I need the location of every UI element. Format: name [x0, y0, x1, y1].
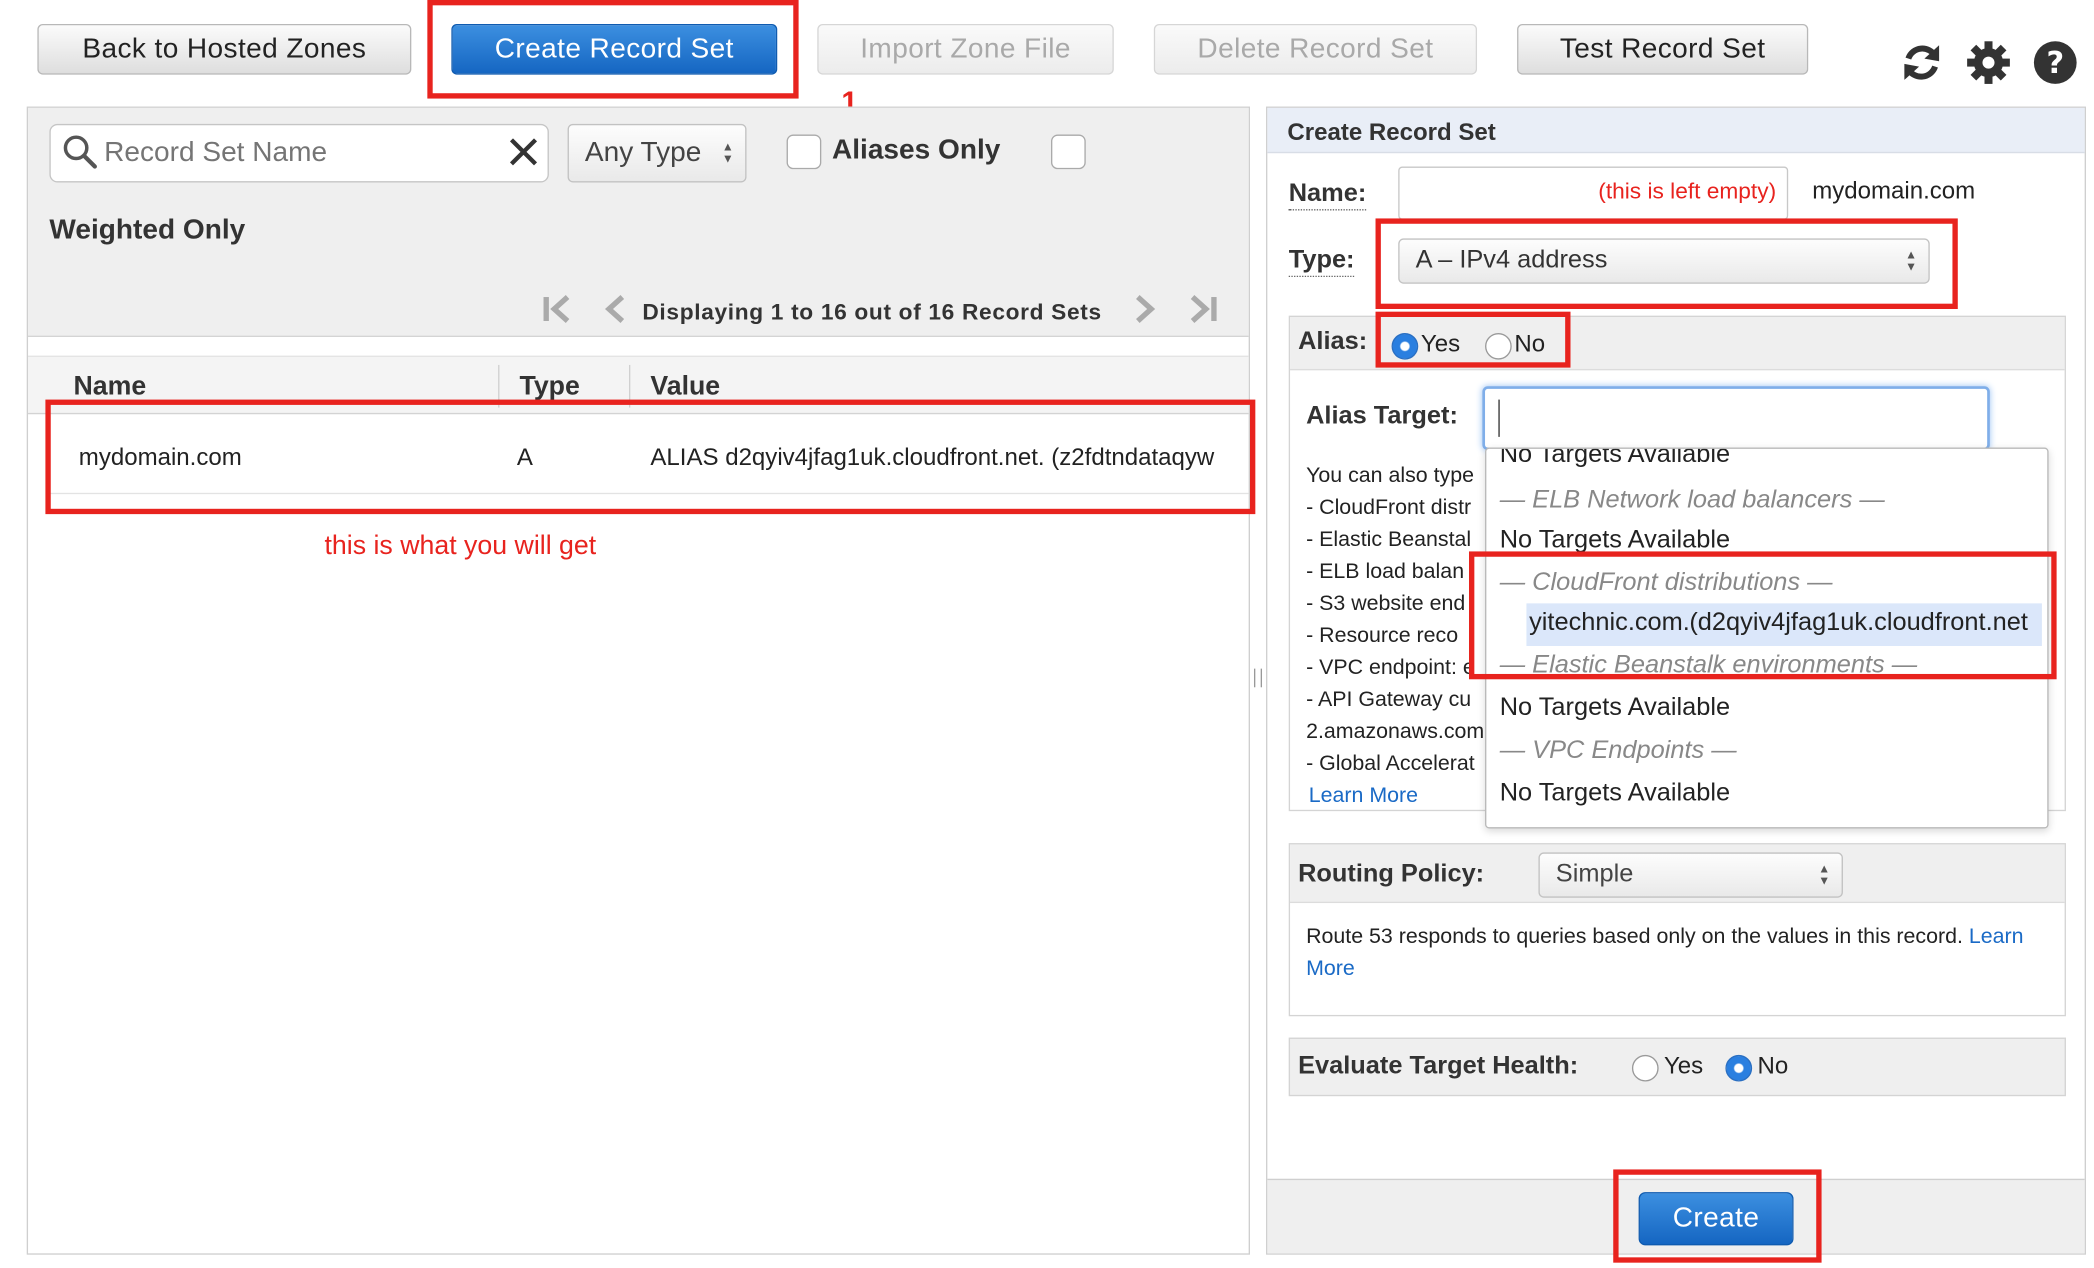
result-annotation: this is what you will get: [324, 531, 597, 561]
pagination-text: Displaying 1 to 16 out of 16 Record Sets: [642, 299, 1102, 325]
learn-more-link[interactable]: Learn More: [1309, 781, 1485, 813]
record-sets-panel: Any Type ▲▼ Aliases Only Weighted Only D…: [26, 106, 1250, 1255]
aliases-only-checkbox[interactable]: [786, 134, 822, 170]
alias-no-label: No: [1514, 330, 1546, 357]
domain-suffix: mydomain.com: [1812, 177, 1976, 204]
routing-policy-section: Routing Policy: Simple ▲ ▼ Route 53 respo…: [1288, 843, 2066, 1017]
pane-header: Create Record Set: [1267, 107, 2085, 154]
routing-policy-select[interactable]: Simple ▲ ▼: [1538, 852, 1843, 898]
type-label: Type:: [1288, 246, 1355, 278]
gear-icon[interactable]: [1966, 40, 2011, 85]
eval-yes-radio[interactable]: [1631, 1054, 1659, 1082]
dropdown-option-no-targets[interactable]: No Targets Available: [1500, 779, 1730, 808]
table-row[interactable]: mydomain.com A ALIAS d2qyiv4jfag1uk.clou…: [49, 422, 1249, 495]
routing-more-link[interactable]: More: [1306, 958, 1355, 981]
alias-yes-radio[interactable]: [1391, 332, 1419, 360]
evaluate-target-health-section: Evaluate Target Health: Yes No: [1288, 1037, 2066, 1097]
dropdown-option-partial[interactable]: No Targets Available: [1500, 449, 1730, 470]
routing-policy-label: Routing Policy:: [1298, 860, 1485, 889]
dropdown-option-no-targets[interactable]: No Targets Available: [1500, 694, 1730, 723]
create-record-set-button[interactable]: Create Record Set: [451, 23, 778, 75]
eval-no-radio[interactable]: [1725, 1054, 1753, 1082]
type-select-value: A – IPv4 address: [1415, 246, 1608, 275]
help-icon[interactable]: ?: [2033, 40, 2078, 85]
create-button[interactable]: Create: [1638, 1192, 1794, 1246]
test-record-set-button[interactable]: Test Record Set: [1517, 23, 1809, 75]
type-filter-select[interactable]: Any Type ▲ ▼: [567, 123, 747, 183]
alias-target-label: Alias Target:: [1306, 402, 1458, 431]
first-page-icon[interactable]: [541, 294, 576, 323]
refresh-icon[interactable]: [1899, 40, 1944, 85]
dropdown-group-beanstalk: — Elastic Beanstalk environments —: [1499, 651, 1918, 680]
weighted-only-label: Weighted Only: [49, 214, 246, 246]
cloudfront-distribution-label: (d2qyiv4jfag1uk.cloudfront.net: [1689, 608, 2028, 637]
clear-icon[interactable]: [507, 136, 539, 168]
select-arrows-icon: ▲ ▼: [721, 139, 734, 166]
eval-no-label: No: [1757, 1052, 1789, 1079]
dropdown-group-elb: — ELB Network load balancers —: [1499, 486, 1885, 515]
column-name[interactable]: Name: [73, 357, 146, 416]
aliases-only-label: Aliases Only: [831, 134, 1001, 166]
cloudfront-domain-obscured: yitechnic.com.: [1529, 608, 1690, 637]
type-select[interactable]: A – IPv4 address ▲ ▼: [1398, 238, 1930, 284]
type-filter-value: Any Type: [584, 137, 702, 168]
column-type[interactable]: Type: [519, 357, 579, 416]
column-value[interactable]: Value: [650, 357, 720, 416]
delete-record-set-button[interactable]: Delete Record Set: [1153, 23, 1478, 75]
table-header: Name Type Value: [28, 355, 1249, 416]
alias-target-input[interactable]: [1482, 386, 1990, 451]
alias-no-radio[interactable]: [1485, 332, 1512, 360]
alias-label: Alias:: [1298, 327, 1368, 356]
dropdown-group-cloudfront: — CloudFront distributions —: [1499, 568, 1833, 597]
svg-text:?: ?: [2046, 46, 2064, 81]
last-page-icon[interactable]: [1185, 294, 1220, 323]
alias-target-dropdown: No Targets Available — ELB Network load …: [1485, 447, 2049, 829]
routing-policy-description: Route 53 responds to queries based only …: [1306, 925, 2024, 981]
record-value: ALIAS d2qyiv4jfag1uk.cloudfront.net. (z2…: [650, 443, 1215, 471]
name-label: Name:: [1288, 180, 1367, 211]
name-input[interactable]: (this is left empty): [1398, 166, 1789, 220]
alias-yes-label: Yes: [1420, 330, 1461, 357]
routing-learn-link[interactable]: Learn: [1969, 926, 2024, 949]
eval-yes-label: Yes: [1663, 1052, 1704, 1079]
text-cursor: [1498, 399, 1500, 437]
prev-page-icon[interactable]: [602, 294, 629, 323]
select-arrows-icon: ▲ ▼: [1905, 247, 1917, 274]
import-zone-file-button[interactable]: Import Zone File: [817, 23, 1114, 75]
filter-bar: Any Type ▲▼ Aliases Only Weighted Only D…: [28, 107, 1249, 337]
record-name: mydomain.com: [78, 443, 242, 471]
dropdown-option-cloudfront[interactable]: yitechnic.com. (d2qyiv4jfag1uk.cloudfron…: [1526, 603, 2042, 646]
search-icon: [63, 135, 97, 169]
back-to-hosted-zones-button[interactable]: Back to Hosted Zones: [37, 23, 412, 75]
select-arrows-icon: ▲ ▼: [1818, 861, 1831, 888]
resize-handle[interactable]: [1253, 668, 1263, 688]
search-input[interactable]: [101, 133, 489, 174]
alias-help-text: You can also type - CloudFront distr - E…: [1306, 461, 1485, 813]
weighted-only-checkbox[interactable]: [1051, 134, 1086, 170]
evaluate-health-label: Evaluate Target Health:: [1298, 1052, 1579, 1081]
routing-policy-value: Simple: [1555, 860, 1634, 889]
record-type: A: [516, 443, 533, 471]
name-empty-note: (this is left empty): [1598, 178, 1777, 204]
pane-title: Create Record Set: [1287, 118, 1496, 146]
dropdown-group-vpc: — VPC Endpoints —: [1499, 736, 1737, 765]
record-set-search[interactable]: [49, 123, 549, 183]
dropdown-option-no-targets[interactable]: No Targets Available: [1500, 526, 1730, 555]
next-page-icon[interactable]: [1131, 294, 1158, 323]
